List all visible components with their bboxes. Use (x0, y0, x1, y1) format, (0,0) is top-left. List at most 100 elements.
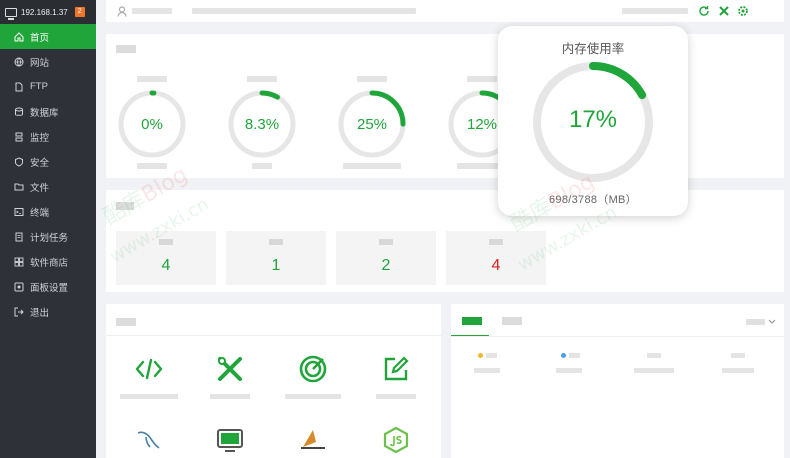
tools-icon[interactable] (215, 354, 245, 384)
globe-icon (14, 57, 24, 67)
sidebar-item-label: 文件 (30, 182, 50, 194)
sidebar-item[interactable]: 安全 (0, 149, 96, 174)
version-placeholder (622, 8, 688, 14)
sidebar-item-label: 数据库 (30, 107, 59, 119)
gauge-label-placeholder (467, 76, 497, 82)
memory-usage-detail: 698/3788（MB） (549, 194, 637, 206)
legend-total-sent (647, 353, 661, 358)
sidebar-item-label: 面板设置 (30, 282, 69, 294)
divider (451, 336, 784, 337)
software-name-placeholder (285, 394, 341, 399)
gauge-detail-placeholder (343, 163, 401, 169)
target-icon[interactable] (298, 354, 328, 384)
status-gauge[interactable]: 25% (336, 88, 408, 160)
sidebar-item[interactable]: 首页 (0, 24, 96, 49)
notification-badge[interactable]: 2 (74, 7, 85, 17)
remote-desktop-icon[interactable] (215, 425, 245, 455)
sidebar-item[interactable]: 文件 (0, 174, 96, 199)
legend-total-recv (731, 353, 745, 358)
sidebar-item-label: 软件商店 (30, 257, 69, 269)
sidebar-item-label: 计划任务 (30, 232, 69, 244)
gauge-label-placeholder (137, 76, 167, 82)
shield-icon (14, 156, 24, 167)
status-gauge[interactable]: 8.3% (226, 88, 298, 160)
stat-value: 4 (161, 257, 171, 274)
software-name-placeholder (210, 394, 250, 399)
stat-value: 1 (271, 257, 281, 274)
memory-tooltip: 内存使用率 17% 698/3788（MB） (498, 26, 688, 216)
code-icon[interactable] (134, 354, 164, 384)
tab-disk-io[interactable] (502, 317, 522, 325)
stat-label-placeholder (489, 239, 503, 245)
sidebar-item[interactable]: FTP (0, 74, 96, 99)
sidebar-item[interactable]: 网站 (0, 49, 96, 74)
value-placeholder (556, 368, 582, 373)
sidebar-item-label: 退出 (30, 307, 50, 319)
nodejs-icon[interactable] (381, 425, 411, 455)
sidebar-item[interactable]: 软件商店 (0, 249, 96, 274)
chevron-down-icon (768, 319, 776, 324)
mysql-icon[interactable] (134, 425, 164, 455)
overview-stat[interactable]: 4 (446, 231, 546, 285)
top-bar (106, 0, 784, 22)
software-card (106, 304, 441, 458)
server-ip: 192.168.1.37 (21, 7, 68, 17)
status-gauge[interactable]: 0% (116, 88, 188, 160)
sidebar-item[interactable]: 退出 (0, 299, 96, 324)
memory-usage-value: 17% (568, 106, 618, 133)
sidebar-item[interactable]: 面板设置 (0, 274, 96, 299)
tools-icon[interactable] (718, 5, 730, 17)
gauge-value: 0% (141, 115, 163, 133)
database-icon (14, 107, 24, 117)
user-icon[interactable] (117, 5, 127, 17)
tab-traffic[interactable] (462, 317, 482, 325)
gauge-value: 25% (356, 115, 388, 133)
interface-select[interactable] (746, 317, 778, 326)
legend-upload (478, 353, 497, 358)
traffic-card (451, 304, 784, 458)
task-icon (14, 232, 24, 242)
value-placeholder (722, 368, 754, 373)
stat-value: 2 (381, 257, 391, 274)
settings-icon[interactable] (737, 5, 749, 17)
stat-label-placeholder (379, 239, 393, 245)
software-title-placeholder (116, 318, 136, 326)
software-name-placeholder (120, 394, 178, 399)
refresh-icon[interactable] (698, 5, 710, 17)
store-icon (14, 257, 24, 267)
edit-icon[interactable] (381, 354, 411, 384)
stat-label-placeholder (159, 239, 173, 245)
system-info-placeholder (192, 8, 416, 14)
monitor-icon (5, 7, 17, 20)
memory-title: 内存使用率 (561, 42, 625, 56)
ftp-icon (14, 82, 24, 92)
settings-icon (14, 282, 24, 292)
sidebar-item-label: 终端 (30, 207, 50, 219)
sidebar-item-label: 安全 (30, 157, 50, 169)
overview-stat[interactable]: 4 (116, 231, 216, 285)
overview-title-placeholder (116, 202, 134, 210)
server-info[interactable]: 192.168.1.37 2 (0, 0, 96, 24)
logout-icon (14, 307, 24, 317)
gauge-label-placeholder (357, 76, 387, 82)
value-placeholder (634, 368, 674, 373)
tomcat-icon[interactable] (298, 425, 328, 455)
sidebar-item[interactable]: 数据库 (0, 99, 96, 124)
gauge-value: 8.3% (244, 115, 280, 133)
sidebar-item[interactable]: 监控 (0, 124, 96, 149)
username-placeholder (132, 8, 172, 14)
value-placeholder (474, 368, 500, 373)
sidebar-item[interactable]: 终端 (0, 199, 96, 224)
sidebar: 192.168.1.37 2 首页网站 FTP 数据库监控安全文件终端计划任务软件商… (0, 0, 96, 458)
gauge-label-placeholder (247, 76, 277, 82)
gauge-detail-placeholder (137, 163, 167, 169)
sidebar-item-label: 网站 (30, 57, 50, 69)
overview-stat[interactable]: 1 (226, 231, 326, 285)
software-name-placeholder (376, 394, 416, 399)
overview-stat[interactable]: 2 (336, 231, 436, 285)
legend-download (561, 353, 580, 358)
sidebar-item[interactable]: 计划任务 (0, 224, 96, 249)
terminal-icon (14, 207, 24, 217)
stat-value: 4 (491, 257, 501, 274)
divider (106, 335, 441, 336)
